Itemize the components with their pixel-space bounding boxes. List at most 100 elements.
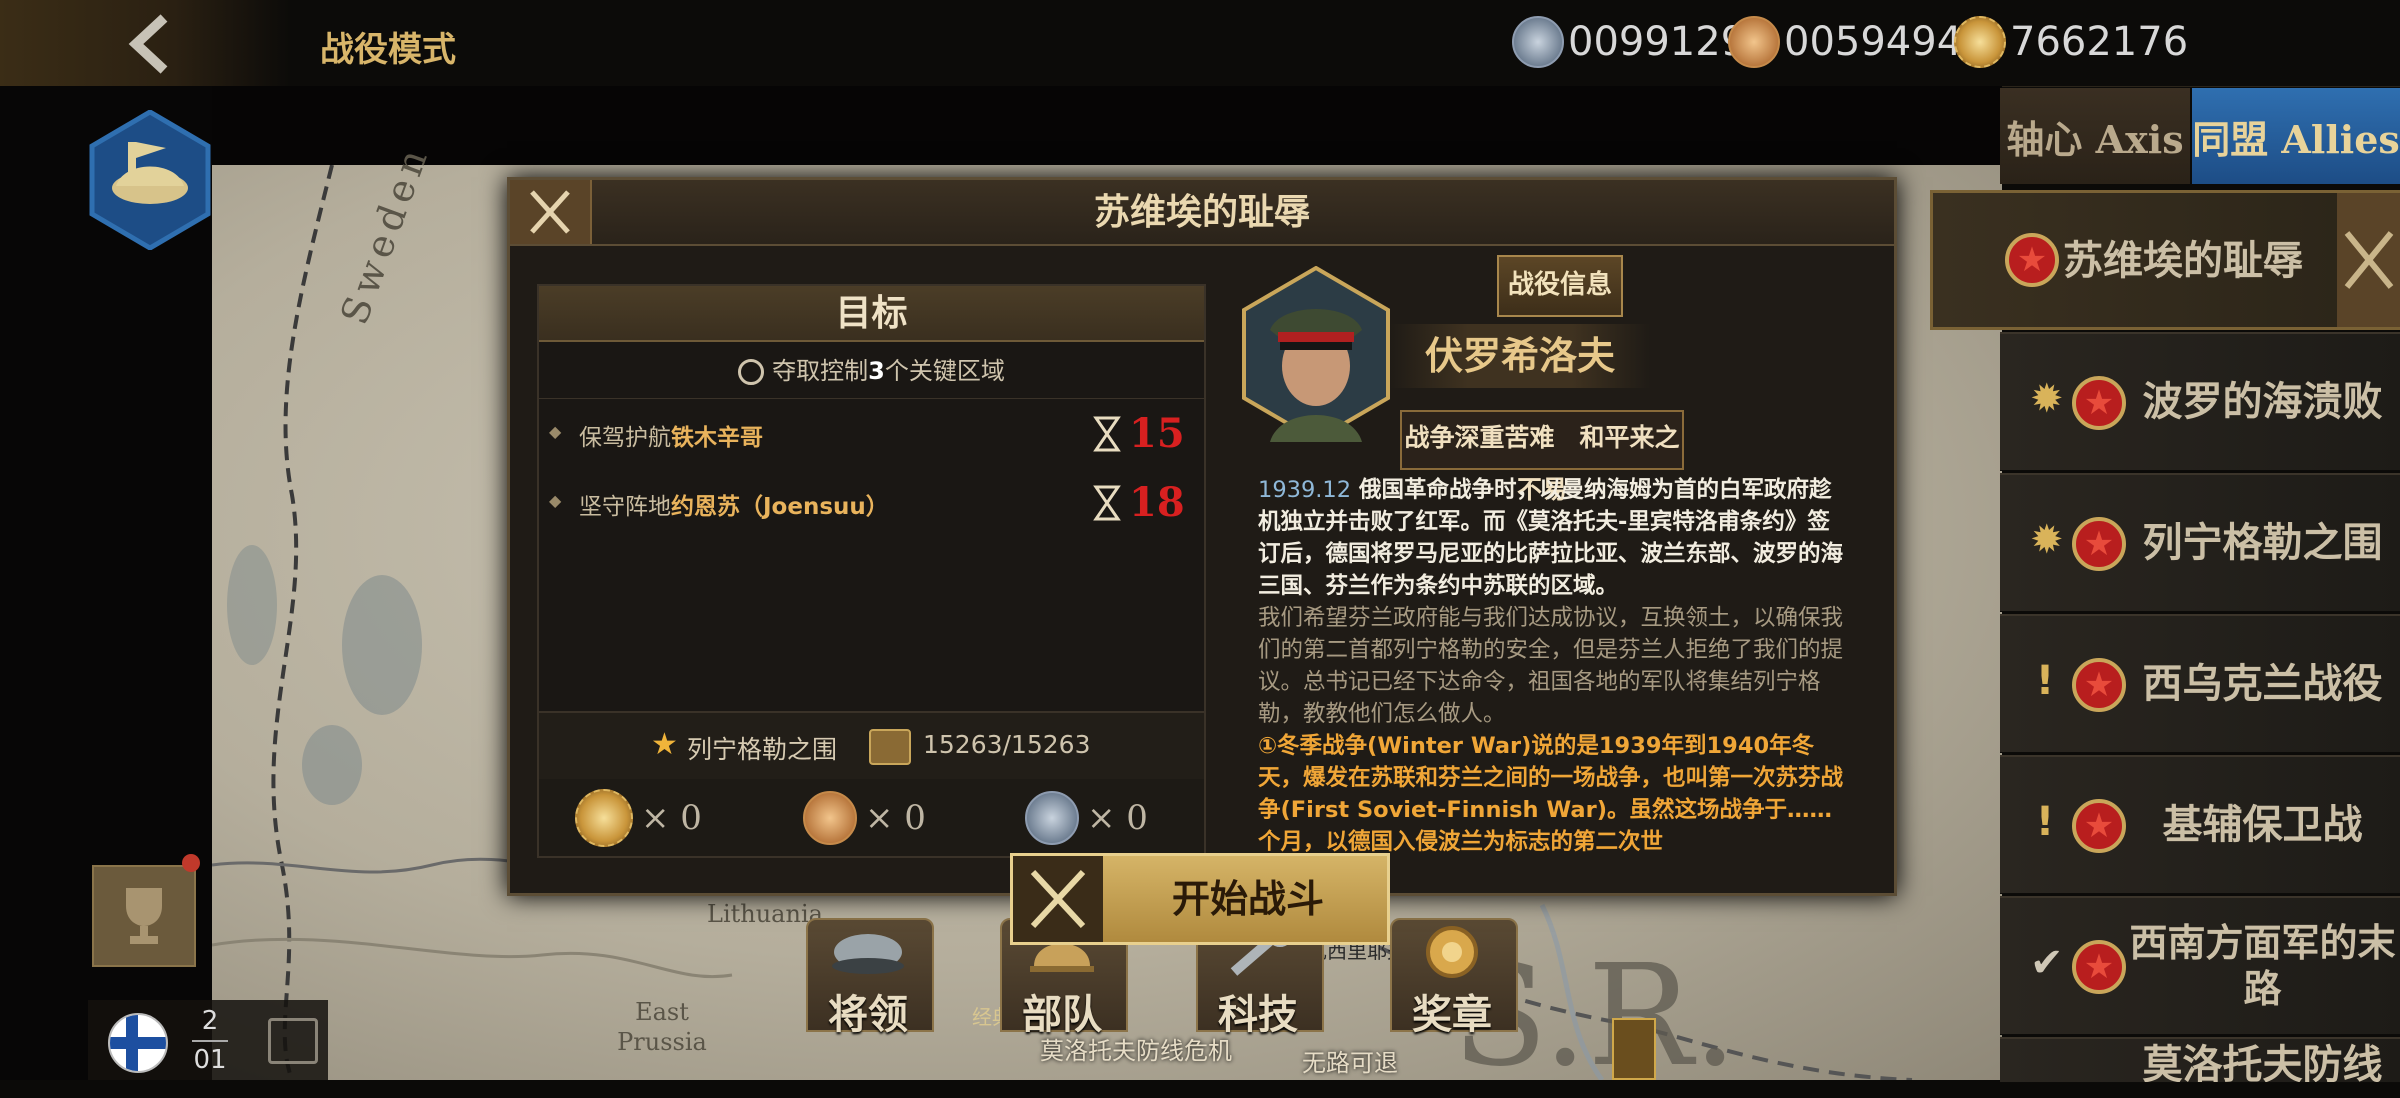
gold-sun-medal-icon: [1954, 16, 2006, 68]
objective-heading: 目标: [539, 286, 1204, 342]
task-turn-limit: 15: [1129, 410, 1185, 457]
resource-value: 7662176: [2010, 19, 2189, 65]
red-star-icon: [2072, 658, 2126, 712]
bullet-icon: ◆: [549, 422, 562, 441]
objective-panel: 目标 夺取控制3个关键区域 ◆ 保驾护航铁木辛哥 15 ◆ 坚守阵地约恩苏（Jo…: [537, 284, 1206, 858]
crossed-guns-icon: [1013, 856, 1103, 942]
map-label-text: East Prussia: [617, 998, 707, 1056]
task-text: 坚守阵地约恩苏（Joensuu）: [579, 487, 889, 521]
reward-item: × 0: [575, 789, 702, 847]
map-top-border: [212, 86, 2002, 165]
check-marker-icon: ✔: [2030, 940, 2064, 986]
start-battle-label: 开始战斗: [1171, 876, 1324, 921]
star-icon: ★: [651, 727, 678, 762]
slogan: 战争深重苦难 和平来之不易: [1400, 410, 1684, 504]
reward-count-value: 0: [1126, 798, 1148, 838]
resource-bronze: 0059494: [1728, 14, 1962, 70]
close-icon: [530, 190, 570, 234]
campaign-item[interactable]: ✹ 波罗的海溃败: [2000, 332, 2400, 471]
tab-axis[interactable]: 轴心 Axis: [2000, 88, 2190, 184]
save-icon[interactable]: [268, 1018, 318, 1064]
exclamation-marker-icon: !: [2035, 658, 2055, 704]
campaign-label: 列宁格勒之围: [2142, 519, 2383, 566]
campaign-dialog: 苏维埃的耻辱 目标 夺取控制3个关键区域 ◆ 保驾护航铁木辛哥 15 ◆ 坚守阵…: [507, 177, 1897, 896]
red-star-icon: [2072, 940, 2126, 994]
campaign-item[interactable]: ✔ 西南方面军的末路: [2000, 896, 2400, 1035]
turn-current: 2: [201, 1006, 219, 1036]
task-prefix: 坚守阵地: [579, 494, 671, 520]
task-row: ◆ 保驾护航铁木辛哥 15: [539, 404, 1204, 464]
unlock-progress: 15263/15263: [923, 730, 1091, 759]
objective-count: 3: [868, 357, 885, 385]
objective-subtitle: 夺取控制3个关键区域: [539, 344, 1204, 399]
campaign-item[interactable]: ! 基辅保卫战: [2000, 755, 2400, 894]
general-name: 伏罗希洛夫: [1390, 324, 1650, 388]
story-text[interactable]: 1939.12 俄国革命战争时，以曼纳海姆为首的白军政府趁机独立并击败了红军。而《…: [1258, 474, 1848, 888]
reward-count-value: 0: [680, 798, 702, 838]
reward-item: × 0: [1025, 789, 1148, 847]
resource-value: 0059494: [1784, 19, 1963, 65]
task-target: 铁木辛哥: [671, 425, 763, 451]
officer-cap-icon: [832, 934, 904, 974]
medals-menu-button[interactable]: 奖章: [1390, 918, 1518, 1038]
campaign-item[interactable]: 苏维埃的耻辱: [1930, 190, 2400, 330]
menu-label: 部队: [1022, 991, 1102, 1038]
resource-gold: 7662176: [1954, 14, 2188, 70]
red-star-icon: [2072, 799, 2126, 853]
campaign-label: 基辅保卫战: [2162, 801, 2363, 848]
top-bar: 战役模式 0099129 0059494 7662176: [0, 0, 2400, 87]
trophy-button[interactable]: [92, 865, 196, 967]
gold-sun-medal-icon: [575, 789, 633, 847]
reward-count-value: 0: [904, 798, 926, 838]
reward-item: × 0: [803, 789, 926, 847]
menu-label: 奖章: [1412, 991, 1492, 1038]
finland-flag-icon: [108, 1013, 168, 1073]
campaign-info-button[interactable]: 战役信息: [1497, 255, 1623, 317]
campaign-item[interactable]: ! 西乌克兰战役: [2000, 614, 2400, 753]
objective-subtitle-text: 个关键区域: [884, 357, 1005, 385]
medal-icon: [1426, 926, 1478, 978]
campaign-list: 苏维埃的耻辱 ✹ 波罗的海溃败 ✹ 列宁格勒之围 ! 西乌克兰战役 ! 基辅保卫…: [1930, 190, 2400, 1083]
treasure-chest-icon: [869, 729, 911, 765]
hourglass-icon: [1093, 416, 1121, 452]
target-icon: [738, 359, 765, 385]
campaign-item[interactable]: 莫洛托夫防线: [2000, 1037, 2400, 1083]
reward-count: × 0: [1087, 798, 1148, 838]
crossed-guns-icon: [2337, 193, 2400, 327]
route-label: 无路可退: [1302, 1049, 1398, 1077]
bullet-icon: ◆: [549, 491, 562, 510]
back-button[interactable]: [0, 0, 290, 86]
red-star-icon: [2072, 517, 2126, 571]
generals-menu-button[interactable]: 将领: [806, 918, 934, 1038]
notification-dot: [182, 854, 200, 872]
campaign-label: 西乌克兰战役: [2142, 660, 2383, 707]
hourglass-icon: [1093, 485, 1121, 521]
medal-marker-icon: ✹: [2030, 517, 2064, 563]
general-portrait: [1242, 266, 1390, 442]
story-paragraph: 1939.12 俄国革命战争时，以曼纳海姆为首的白军政府趁机独立并击败了红军。而《…: [1258, 474, 1848, 602]
campaign-label: 莫洛托夫防线: [2142, 1041, 2383, 1083]
faction-tabs: 轴心 Axis 同盟 Allies: [2000, 88, 2400, 184]
reward-row: × 0 × 0 × 0: [539, 779, 1204, 856]
trophy-icon: [126, 888, 162, 944]
campaign-item[interactable]: ✹ 列宁格勒之围: [2000, 473, 2400, 612]
turn-divider: [192, 1040, 228, 1042]
silver-medal-icon: [1512, 16, 1564, 68]
turn-total: 01: [193, 1045, 227, 1075]
menu-label: 将领: [828, 991, 908, 1038]
resource-value: 0099129: [1568, 19, 1747, 65]
reward-count: × 0: [641, 798, 702, 838]
story-date: 1939.12: [1258, 477, 1352, 503]
soviet-faction-badge-icon[interactable]: [88, 110, 212, 250]
resource-silver: 0099129: [1512, 14, 1746, 70]
bronze-medal-icon: [803, 791, 857, 845]
mode-title: 战役模式: [320, 30, 456, 70]
red-star-icon: [2072, 376, 2126, 430]
start-battle-button[interactable]: 开始战斗: [1010, 853, 1390, 945]
dialog-title: 苏维埃的耻辱: [1093, 191, 1310, 233]
red-star-icon: [2005, 233, 2059, 287]
map-medal-marker-icon[interactable]: [1612, 1018, 1656, 1080]
back-arrow-icon: [128, 14, 168, 74]
close-button[interactable]: [510, 180, 592, 244]
tab-allies[interactable]: 同盟 Allies: [2192, 88, 2400, 184]
